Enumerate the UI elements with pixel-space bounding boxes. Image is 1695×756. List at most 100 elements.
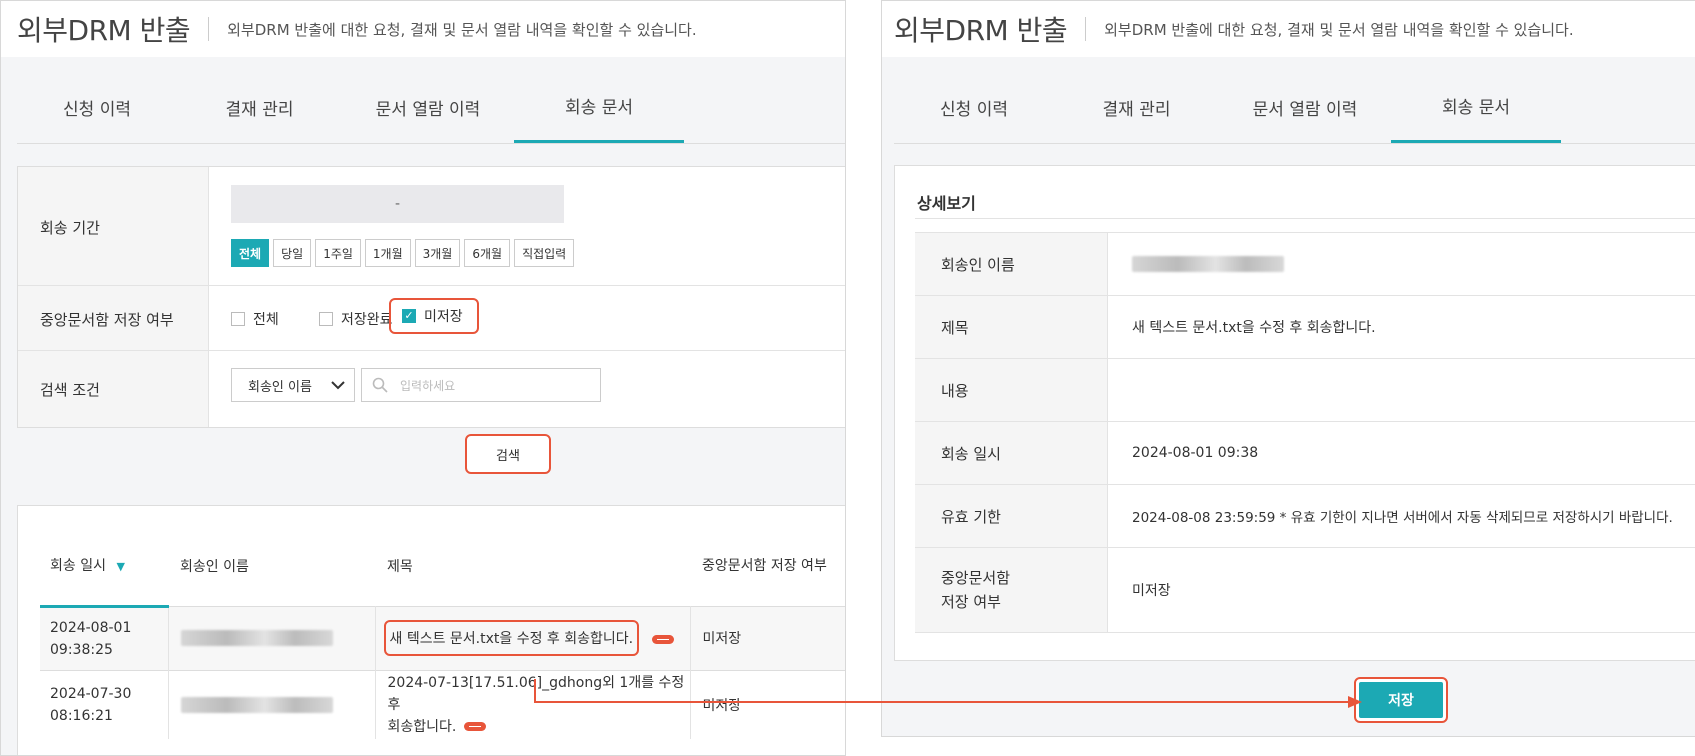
- result-table: 회송 일시 ▼ 회송인 이름 제목 중앙문서함 저장 여부 2024-08-01…: [40, 526, 845, 739]
- tab-request-history[interactable]: 신청 이력: [894, 71, 1054, 143]
- storage-option-unsaved-label: 미저장: [424, 309, 463, 325]
- tab-approval[interactable]: 결재 관리: [1054, 71, 1219, 143]
- divider: [18, 285, 845, 286]
- redacted-name: [1132, 256, 1284, 272]
- page-title: 외부DRM 반출: [17, 14, 191, 47]
- detail-panel: 외부DRM 반출 외부DRM 반출에 대한 요청, 결재 및 문서 열람 내역을…: [881, 0, 1695, 737]
- redacted-name: [180, 630, 333, 646]
- column-header-date[interactable]: 회송 일시 ▼: [40, 526, 168, 608]
- storage-option-saved[interactable]: 저장완료: [319, 309, 393, 329]
- new-badge-icon: [464, 722, 487, 731]
- checkbox-icon: [231, 312, 245, 326]
- row-date: 2024-08-01: [50, 619, 132, 636]
- sort-desc-icon: ▼: [116, 560, 125, 574]
- page-header: 외부DRM 반출 외부DRM 반출에 대한 요청, 결재 및 문서 열람 내역을…: [882, 1, 1695, 57]
- period-chip-group: 전체 당일 1주일 1개월 3개월 6개월 직접입력: [231, 239, 578, 267]
- row-date: 2024-07-30: [50, 685, 132, 702]
- period-chip-1week[interactable]: 1주일: [315, 239, 361, 267]
- tab-document-view-history[interactable]: 문서 열람 이력: [1219, 71, 1391, 143]
- search-field-value: 회송인 이름: [248, 379, 312, 395]
- period-chip-3months[interactable]: 3개월: [414, 239, 461, 267]
- search-icon: [372, 377, 388, 393]
- detail-value: 2024-08-08 23:59:59 * 유효 기한이 지나면 서버에서 자동…: [1132, 510, 1673, 526]
- header-divider: [208, 17, 210, 41]
- search-input[interactable]: 입력하세요: [361, 368, 601, 402]
- table-header-row: 회송 일시 ▼ 회송인 이름 제목 중앙문서함 저장 여부: [40, 526, 845, 608]
- row-title-cell: 2024-07-13[17.51.06]_gdhong외 1개를 수정 후 회송…: [375, 670, 691, 739]
- page-subtitle: 외부DRM 반출에 대한 요청, 결재 및 문서 열람 내역을 확인할 수 있습…: [227, 20, 697, 39]
- table-row[interactable]: 2024-08-01 09:38:25 새 텍스트 문서.txt을 수정 후 회…: [40, 606, 845, 670]
- new-badge-icon: [651, 634, 674, 644]
- filter-box: 회송 기간 - 전체 당일 1주일 1개월 3개월 6개월 직접입력 중앙문서함…: [17, 166, 845, 428]
- row-storage-status: 미저장: [702, 697, 742, 714]
- detail-value: 미저장: [1132, 583, 1171, 599]
- row-title-cell: 새 텍스트 문서.txt을 수정 후 회송합니다.: [375, 606, 691, 670]
- search-label: 검색 조건: [40, 381, 100, 399]
- detail-label: 유효 기한: [915, 485, 1108, 547]
- row-date-cell: 2024-07-30 08:16:21: [40, 670, 169, 739]
- search-field-select[interactable]: 회송인 이름: [231, 368, 355, 402]
- tab-returned-documents[interactable]: 회송 문서: [1391, 71, 1561, 143]
- detail-label: 회송 일시: [915, 422, 1108, 484]
- detail-heading: 상세보기: [917, 194, 976, 213]
- divider: [18, 350, 845, 351]
- row-title-link[interactable]: 새 텍스트 문서.txt을 수정 후 회송합니다.: [383, 620, 640, 656]
- redacted-name: [180, 696, 333, 713]
- chevron-down-icon: [331, 381, 345, 390]
- tab-approval[interactable]: 결재 관리: [177, 71, 342, 143]
- period-chip-6months[interactable]: 6개월: [464, 239, 511, 267]
- date-separator: -: [394, 196, 401, 212]
- tab-request-history[interactable]: 신청 이력: [17, 71, 177, 143]
- page-title: 외부DRM 반출: [894, 14, 1068, 47]
- detail-value: 새 텍스트 문서.txt을 수정 후 회송합니다.: [1132, 320, 1376, 336]
- checkbox-checked-icon: ✓: [402, 309, 416, 323]
- detail-row-sender: 회송인 이름: [915, 233, 1695, 296]
- save-button[interactable]: 저장: [1359, 682, 1443, 718]
- column-header-date-label: 회송 일시: [50, 558, 106, 575]
- detail-label: 제목: [915, 296, 1108, 358]
- storage-option-saved-label: 저장완료: [341, 312, 393, 328]
- detail-row-title: 제목 새 텍스트 문서.txt을 수정 후 회송합니다.: [915, 296, 1695, 359]
- row-time: 09:38:25: [50, 641, 113, 658]
- column-header-sender: 회송인 이름: [180, 558, 249, 575]
- tab-document-view-history[interactable]: 문서 열람 이력: [342, 71, 514, 143]
- storage-option-all[interactable]: 전체: [231, 309, 279, 329]
- detail-label: 내용: [915, 359, 1108, 421]
- period-chip-custom[interactable]: 직접입력: [514, 239, 575, 267]
- detail-row-content: 내용: [915, 359, 1695, 422]
- detail-value: 2024-08-01 09:38: [1132, 445, 1259, 461]
- row-date-cell: 2024-08-01 09:38:25: [40, 606, 169, 670]
- search-placeholder: 입력하세요: [400, 378, 456, 393]
- checkbox-icon: [319, 312, 333, 326]
- detail-label: 중앙문서함 저장 여부: [915, 548, 1108, 632]
- period-chip-1month[interactable]: 1개월: [364, 239, 411, 267]
- row-title-continued: 회송합니다.: [387, 718, 457, 735]
- detail-row-storage: 중앙문서함 저장 여부 미저장: [915, 548, 1695, 633]
- row-sender-cell: [168, 606, 376, 670]
- period-chip-today[interactable]: 당일: [273, 239, 312, 267]
- result-list: 회송 일시 ▼ 회송인 이름 제목 중앙문서함 저장 여부 2024-08-01…: [17, 505, 845, 755]
- page-header: 외부DRM 반출 외부DRM 반출에 대한 요청, 결재 및 문서 열람 내역을…: [1, 1, 845, 57]
- save-button-highlight: 저장: [1354, 677, 1448, 723]
- storage-option-unsaved[interactable]: ✓ 미저장: [389, 298, 479, 334]
- row-storage-status: 미저장: [702, 631, 742, 647]
- detail-table: 회송인 이름 제목 새 텍스트 문서.txt을 수정 후 회송합니다. 내용 회…: [915, 232, 1695, 633]
- tab-bar: 신청 이력 결재 관리 문서 열람 이력 회송 문서: [17, 71, 845, 144]
- date-range-input[interactable]: -: [231, 185, 564, 223]
- search-button[interactable]: 검색: [465, 434, 551, 474]
- row-sender-cell: [168, 670, 376, 739]
- column-header-storage: 중앙문서함 저장 여부: [702, 557, 827, 574]
- detail-value: [1108, 233, 1695, 295]
- list-panel: 외부DRM 반출 외부DRM 반출에 대한 요청, 결재 및 문서 열람 내역을…: [0, 0, 846, 756]
- tab-bar: 신청 이력 결재 관리 문서 열람 이력 회송 문서: [894, 71, 1695, 144]
- detail-row-expiry: 유효 기한 2024-08-08 23:59:59 * 유효 기한이 지나면 서…: [915, 485, 1695, 548]
- period-label: 회송 기간: [40, 219, 100, 237]
- tab-returned-documents[interactable]: 회송 문서: [514, 71, 684, 143]
- detail-label: 회송인 이름: [915, 233, 1108, 295]
- table-row[interactable]: 2024-07-30 08:16:21 2024-07-13[17.51.06]…: [40, 670, 845, 739]
- row-title-link[interactable]: 2024-07-13[17.51.06]_gdhong외 1개를 수정 후: [388, 672, 689, 716]
- storage-option-all-label: 전체: [253, 312, 279, 328]
- period-chip-all[interactable]: 전체: [231, 239, 270, 267]
- divider: [915, 218, 1695, 219]
- detail-row-returned-at: 회송 일시 2024-08-01 09:38: [915, 422, 1695, 485]
